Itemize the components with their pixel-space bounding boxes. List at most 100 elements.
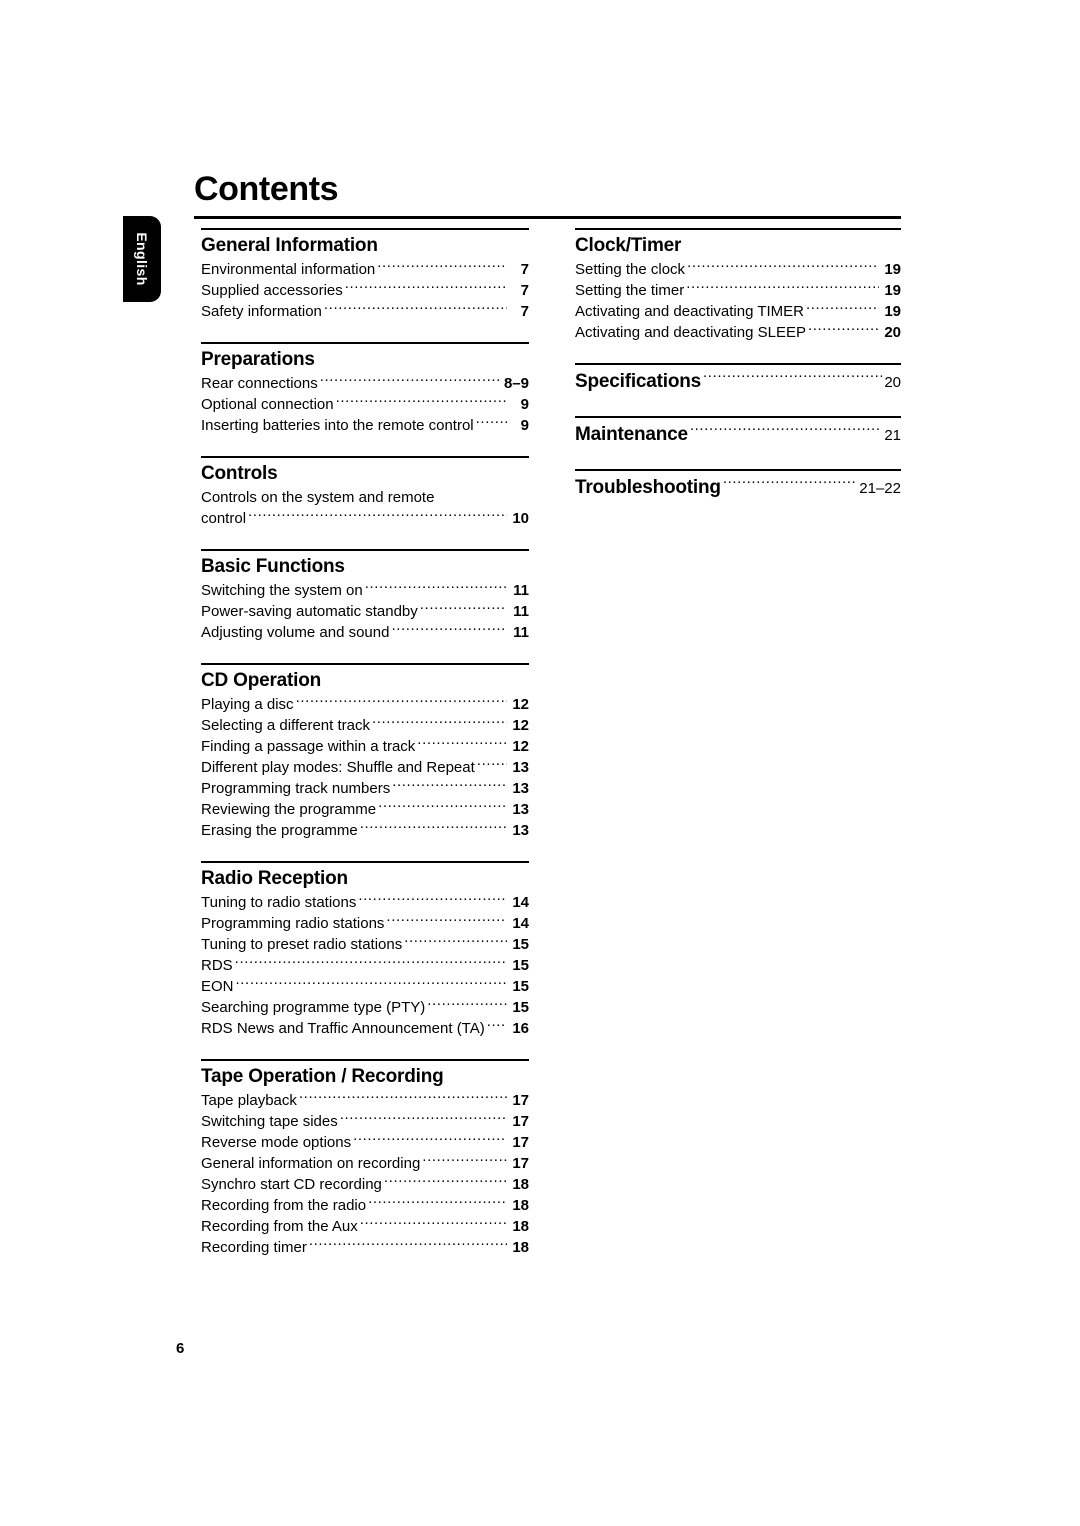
toc-entry-page-number: 18 [512, 1197, 529, 1214]
toc-entry-page-number: 10 [512, 510, 529, 527]
toc-section-tape-operation-recording-divider [201, 1059, 529, 1061]
toc-entry-label: Tape playback [201, 1092, 297, 1109]
toc-entry[interactable]: Activating and deactivating SLEEP 20 [575, 322, 901, 343]
toc-entry[interactable]: Power-saving automatic standby 11 [201, 601, 529, 622]
toc-entry-page-number: 13 [512, 759, 529, 776]
toc-entry-label: Recording from the radio [201, 1197, 367, 1214]
toc-entry-label: Synchro start CD recording [201, 1176, 382, 1193]
toc-entry[interactable]: Playing a disc 12 [201, 694, 529, 715]
toc-entry[interactable]: Adjusting volume and sound 11 [201, 622, 529, 643]
toc-section-specifications-heading-row[interactable]: Specifications 20 [575, 368, 901, 396]
toc-entry[interactable]: Programming radio stations 14 [201, 913, 529, 934]
dot-leader [236, 976, 507, 991]
toc-section-preparations: Preparations Rear connections 8–9 Optional … [201, 342, 529, 436]
toc-column-right: Clock/TimerSetting the clock19Setting th… [575, 228, 901, 502]
toc-entry[interactable]: Erasing the programme 13 [201, 820, 529, 841]
toc-entry-label: RDS [201, 957, 233, 974]
toc-section-cd-operation: CD OperationPlaying a disc12Selecting a … [201, 663, 529, 841]
toc-section-troubleshooting-divider [575, 469, 901, 471]
toc-entry[interactable]: Recording timer 18 [201, 1237, 529, 1258]
toc-entry-label: EON [201, 978, 234, 995]
toc-entry-label: Tuning to preset radio stations [201, 936, 403, 953]
toc-entry-page-number: 11 [513, 624, 529, 641]
toc-entry-label[interactable]: Controls on the system and remote [201, 487, 529, 508]
toc-entry[interactable]: Recording from the radio 18 [201, 1195, 529, 1216]
toc-section-troubleshooting-heading-row[interactable]: Troubleshooting 21–22 [575, 474, 901, 502]
toc-section-maintenance-heading-row[interactable]: Maintenance 21 [575, 421, 901, 449]
toc-entry[interactable]: Tuning to radio stations 14 [201, 892, 529, 913]
toc-entry-page-number: 12 [512, 738, 529, 755]
toc-entry[interactable]: Different play modes: Shuffle and Repeat… [201, 757, 529, 778]
toc-entry-page-number: 18 [512, 1218, 529, 1235]
language-tab-english: English [123, 216, 161, 302]
toc-section-basic-functions-heading: Basic Functions [201, 556, 345, 577]
toc-entry[interactable]: Safety information 7 [201, 301, 529, 322]
toc-entry-label: Selecting a different track [201, 717, 370, 734]
toc-entry[interactable]: Selecting a different track 12 [201, 715, 529, 736]
dot-leader [422, 1153, 507, 1168]
title-divider [194, 216, 901, 219]
toc-entry[interactable]: Tuning to preset radio stations 15 [201, 934, 529, 955]
toc-section-controls-heading: Controls [201, 463, 278, 484]
toc-section-controls: Controls Controls on the system and remot… [201, 456, 529, 529]
toc-entry[interactable]: Rear connections 8–9 [201, 373, 529, 394]
toc-section-general-information: General Information Environmental informa… [201, 228, 529, 322]
toc-entry[interactable]: Finding a passage within a track 12 [201, 736, 529, 757]
toc-entry[interactable]: Reverse mode options 17 [201, 1132, 529, 1153]
toc-section-preparations-divider [201, 342, 529, 344]
toc-entry-page-number: 16 [512, 1020, 529, 1037]
toc-entry-page-number: 17 [512, 1092, 529, 1109]
toc-entry[interactable]: Switching the system on 11 [201, 580, 529, 601]
toc-entry-label: Playing a disc [201, 696, 294, 713]
toc-entry[interactable]: Optional connection 9 [201, 394, 529, 415]
toc-entry[interactable]: RDS News and Traffic Announcement (TA) 16 [201, 1018, 529, 1039]
toc-entry[interactable]: Environmental information 7 [201, 259, 529, 280]
toc-entry[interactable]: Setting the clock 19 [575, 259, 901, 280]
toc-entry[interactable]: General information on recording 17 [201, 1153, 529, 1174]
toc-section-clock-timer: Clock/TimerSetting the clock19Setting th… [575, 228, 901, 343]
toc-entry-label: RDS News and Traffic Announcement (TA) [201, 1020, 485, 1037]
language-tab-label: English [134, 232, 150, 286]
toc-entry-label: Recording from the Aux [201, 1218, 358, 1235]
dot-leader [686, 280, 879, 295]
toc-entry-page-number: 12 [512, 696, 529, 713]
toc-entry-label: Activating and deactivating SLEEP [575, 324, 806, 341]
toc-entry-label: Tuning to radio stations [201, 894, 357, 911]
toc-section-specifications-divider [575, 363, 901, 365]
dot-leader [378, 799, 507, 814]
dot-leader [299, 1090, 507, 1105]
dot-leader [386, 913, 507, 928]
dot-leader [360, 820, 507, 835]
toc-entry-label: Erasing the programme [201, 822, 358, 839]
toc-entry[interactable]: Tape playback 17 [201, 1090, 529, 1111]
toc-entry[interactable]: Recording from the Aux 18 [201, 1216, 529, 1237]
dot-leader [309, 1237, 507, 1252]
toc-section-radio-reception-heading: Radio Reception [201, 868, 348, 889]
toc-entry-page-number: 19 [884, 282, 901, 299]
toc-section-maintenance-divider [575, 416, 901, 418]
toc-section-troubleshooting: Troubleshooting 21–22 [575, 469, 901, 502]
toc-section-radio-reception-divider [201, 861, 529, 863]
toc-entry[interactable]: Programming track numbers 13 [201, 778, 529, 799]
toc-entry[interactable]: Reviewing the programme 13 [201, 799, 529, 820]
toc-section-troubleshooting-page-number: 21–22 [859, 480, 901, 497]
dot-leader [404, 934, 507, 949]
toc-section-basic-functions-divider [201, 549, 529, 551]
toc-entry[interactable]: Synchro start CD recording 18 [201, 1174, 529, 1195]
toc-entry[interactable]: Supplied accessories 7 [201, 280, 529, 301]
toc-section-clock-timer-divider [575, 228, 901, 230]
toc-entry-page-number: 14 [512, 915, 529, 932]
toc-entry[interactable]: Searching programme type (PTY) 15 [201, 997, 529, 1018]
toc-entry[interactable]: RDS 15 [201, 955, 529, 976]
dot-leader [703, 371, 882, 387]
toc-entry-page-number: 7 [520, 261, 529, 278]
page-title: Contents [194, 170, 339, 208]
toc-entry[interactable]: Switching tape sides 17 [201, 1111, 529, 1132]
toc-entry[interactable]: Activating and deactivating TIMER 19 [575, 301, 901, 322]
toc-section-radio-reception: Radio Reception Tuning to radio stations 1… [201, 861, 529, 1039]
toc-entry[interactable]: EON 15 [201, 976, 529, 997]
toc-entry-page-number: 7 [520, 303, 529, 320]
toc-entry[interactable]: Setting the timer 19 [575, 280, 901, 301]
toc-entry[interactable]: control 10 [201, 508, 529, 529]
toc-entry[interactable]: Inserting batteries into the remote cont… [201, 415, 529, 436]
